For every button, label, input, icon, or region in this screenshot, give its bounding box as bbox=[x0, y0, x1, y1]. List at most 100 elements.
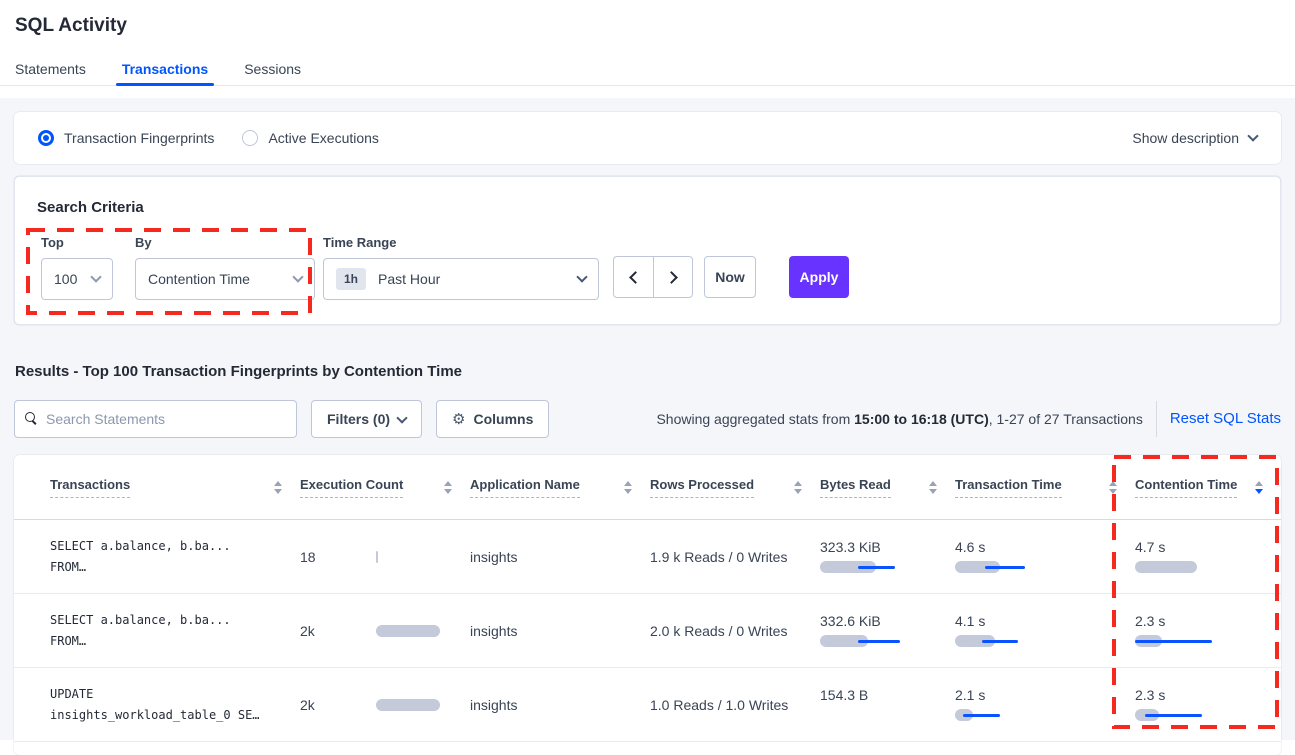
stats-suffix: , 1-27 of 27 Transactions bbox=[989, 411, 1143, 427]
column-label[interactable]: Application Name bbox=[470, 477, 580, 498]
radio-active-executions[interactable]: Active Executions bbox=[242, 130, 379, 146]
view-toggle-bar: Transaction Fingerprints Active Executio… bbox=[14, 112, 1281, 164]
reset-sql-stats-link[interactable]: Reset SQL Stats bbox=[1170, 410, 1281, 427]
search-statements-box bbox=[14, 400, 297, 438]
column-label[interactable]: Contention Time bbox=[1135, 477, 1237, 498]
column-header-transaction-time[interactable]: Transaction Time bbox=[955, 477, 1135, 498]
transaction-time-bar bbox=[955, 560, 1037, 574]
radio-unselected-icon bbox=[242, 130, 258, 146]
execution-count-bar bbox=[376, 550, 458, 564]
results-controls: Filters (0) ⚙ Columns Showing aggregated… bbox=[14, 399, 1281, 438]
page-title: SQL Activity bbox=[0, 0, 1295, 37]
transaction-time-cell: 2.1 s bbox=[955, 687, 1135, 722]
bytes-read-cell: 332.6 KiB bbox=[820, 613, 955, 648]
sort-icon[interactable] bbox=[1109, 481, 1117, 494]
bytes-read-cell: 154.3 B bbox=[820, 687, 955, 722]
column-label[interactable]: Execution Count bbox=[300, 477, 403, 498]
table-row[interactable]: SELECT a.balance, b.ba... FROM… 2k insig… bbox=[14, 594, 1281, 668]
radio-label: Active Executions bbox=[268, 130, 379, 146]
radio-label: Transaction Fingerprints bbox=[64, 130, 214, 146]
contention-time-bar bbox=[1135, 634, 1217, 648]
tab-statements[interactable]: Statements bbox=[15, 61, 86, 85]
table-row[interactable]: UPDATE insights_workload_table_0 SE… 2k … bbox=[14, 668, 1281, 742]
show-description-toggle[interactable]: Show description bbox=[1132, 130, 1257, 146]
columns-label: Columns bbox=[473, 411, 533, 427]
top-label: Top bbox=[41, 235, 113, 250]
column-label[interactable]: Rows Processed bbox=[650, 477, 754, 498]
sort-icon[interactable] bbox=[794, 481, 802, 494]
column-header-transactions[interactable]: Transactions bbox=[50, 477, 300, 498]
by-select-value: Contention Time bbox=[148, 271, 250, 287]
tab-bar: Statements Transactions Sessions bbox=[0, 37, 1295, 86]
time-range-label: Time Range bbox=[323, 235, 599, 250]
table-row[interactable]: SELECT a.balance, b.ba... FROM… 18 insig… bbox=[14, 520, 1281, 594]
time-range-select[interactable]: 1h Past Hour bbox=[323, 258, 599, 300]
apply-button[interactable]: Apply bbox=[789, 256, 849, 298]
transaction-time-cell: 4.1 s bbox=[955, 613, 1135, 648]
sort-icon-active[interactable] bbox=[1255, 481, 1263, 494]
execution-count-cell: 2k bbox=[300, 697, 470, 713]
previous-time-button[interactable] bbox=[613, 256, 653, 298]
transaction-fingerprint[interactable]: UPDATE insights_workload_table_0 SE… bbox=[50, 684, 300, 726]
top-field: Top 100 bbox=[41, 235, 113, 300]
sort-icon[interactable] bbox=[444, 481, 452, 494]
transaction-fingerprint[interactable]: SELECT a.balance, b.ba... FROM… bbox=[50, 536, 300, 578]
gear-icon: ⚙ bbox=[452, 410, 465, 428]
contention-time-bar bbox=[1135, 560, 1217, 574]
columns-button[interactable]: ⚙ Columns bbox=[436, 400, 549, 438]
stats-time-range: 15:00 to 16:18 (UTC) bbox=[854, 411, 989, 427]
sql-activity-page: SQL Activity Statements Transactions Ses… bbox=[0, 0, 1295, 740]
sort-icon[interactable] bbox=[624, 481, 632, 494]
time-range-field: Time Range 1h Past Hour bbox=[323, 235, 599, 300]
time-range-value: Past Hour bbox=[378, 271, 440, 287]
tab-transactions[interactable]: Transactions bbox=[122, 61, 208, 85]
application-name-cell: insights bbox=[470, 697, 650, 713]
execution-count-bar bbox=[376, 698, 458, 712]
application-name-cell: insights bbox=[470, 623, 650, 639]
sort-icon[interactable] bbox=[274, 481, 282, 494]
search-criteria-card: Search Criteria Top 100 By Contention Ti… bbox=[14, 176, 1281, 325]
column-header-execution-count[interactable]: Execution Count bbox=[300, 477, 470, 498]
radio-selected-icon bbox=[38, 130, 54, 146]
page-header: SQL Activity Statements Transactions Ses… bbox=[0, 0, 1295, 86]
column-header-bytes-read[interactable]: Bytes Read bbox=[820, 477, 955, 498]
column-header-contention-time[interactable]: Contention Time bbox=[1135, 477, 1281, 498]
tab-sessions[interactable]: Sessions bbox=[244, 61, 301, 85]
bytes-read-bar bbox=[820, 634, 902, 648]
chevron-down-icon bbox=[1247, 130, 1258, 141]
contention-time-cell: 4.7 s bbox=[1135, 539, 1281, 574]
contention-time-cell: 2.3 s bbox=[1135, 687, 1281, 722]
chevron-down-icon bbox=[396, 412, 407, 423]
execution-count-cell: 18 bbox=[300, 549, 470, 565]
filters-button[interactable]: Filters (0) bbox=[311, 400, 422, 438]
contention-time-bar bbox=[1135, 708, 1217, 722]
column-header-rows-processed[interactable]: Rows Processed bbox=[650, 477, 820, 498]
chevron-right-icon bbox=[665, 271, 678, 284]
bytes-read-bar bbox=[820, 708, 902, 722]
column-label[interactable]: Transaction Time bbox=[955, 477, 1062, 498]
rows-processed-cell: 1.0 Reads / 1.0 Writes bbox=[650, 697, 820, 713]
sort-icon[interactable] bbox=[929, 481, 937, 494]
column-label[interactable]: Bytes Read bbox=[820, 477, 891, 498]
search-input[interactable] bbox=[46, 411, 286, 427]
vertical-divider bbox=[1156, 401, 1157, 437]
radio-transaction-fingerprints[interactable]: Transaction Fingerprints bbox=[38, 130, 214, 146]
next-time-button[interactable] bbox=[653, 256, 693, 298]
chevron-left-icon bbox=[629, 271, 642, 284]
now-button[interactable]: Now bbox=[704, 256, 756, 298]
transaction-fingerprint[interactable]: SELECT a.balance, b.ba... FROM… bbox=[50, 610, 300, 652]
chevron-down-icon bbox=[576, 271, 587, 282]
time-range-badge: 1h bbox=[336, 268, 366, 290]
search-criteria-heading: Search Criteria bbox=[15, 177, 1280, 216]
column-header-application-name[interactable]: Application Name bbox=[470, 477, 650, 498]
rows-processed-cell: 1.9 k Reads / 0 Writes bbox=[650, 549, 820, 565]
transaction-time-cell: 4.6 s bbox=[955, 539, 1135, 574]
rows-processed-cell: 2.0 k Reads / 0 Writes bbox=[650, 623, 820, 639]
by-select[interactable]: Contention Time bbox=[135, 258, 315, 300]
contention-time-cell: 2.3 s bbox=[1135, 613, 1281, 648]
bytes-read-cell: 323.3 KiB bbox=[820, 539, 955, 574]
transactions-table: Transactions Execution Count Application… bbox=[14, 455, 1281, 755]
top-select[interactable]: 100 bbox=[41, 258, 113, 300]
column-label[interactable]: Transactions bbox=[50, 477, 130, 498]
aggregated-stats-text: Showing aggregated stats from 15:00 to 1… bbox=[656, 411, 1142, 427]
